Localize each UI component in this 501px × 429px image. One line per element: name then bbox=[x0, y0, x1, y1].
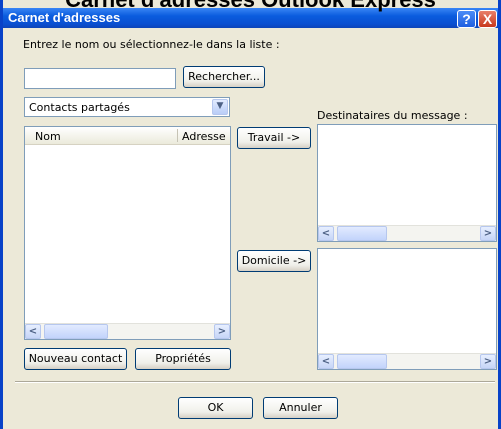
column-divider bbox=[177, 129, 178, 142]
scroll-right-icon[interactable]: > bbox=[214, 324, 230, 339]
home-recipients-hscrollbar[interactable]: < > bbox=[318, 353, 496, 369]
properties-button[interactable]: Propriétés bbox=[135, 348, 231, 370]
search-input[interactable] bbox=[24, 68, 176, 89]
separator bbox=[15, 381, 495, 383]
help-icon[interactable]: ? bbox=[457, 10, 476, 28]
scroll-left-icon[interactable]: < bbox=[318, 226, 334, 241]
cancel-button[interactable]: Annuler bbox=[263, 397, 338, 419]
home-to-button[interactable]: Domicile -> bbox=[237, 250, 311, 272]
scroll-thumb[interactable] bbox=[337, 354, 387, 369]
scroll-right-icon[interactable]: > bbox=[480, 354, 496, 369]
work-to-button[interactable]: Travail -> bbox=[237, 127, 311, 149]
scroll-thumb[interactable] bbox=[44, 324, 108, 339]
contacts-list-header: Nom Adresse bbox=[25, 127, 230, 145]
ok-button[interactable]: OK bbox=[178, 397, 253, 419]
column-header-name[interactable]: Nom bbox=[35, 130, 61, 143]
contacts-source-select[interactable]: Contacts partagés ▼ bbox=[24, 97, 230, 117]
new-contact-button[interactable]: Nouveau contact bbox=[24, 348, 127, 370]
address-book-window: Carnet d'adresses ? X Entrez le nom ou s… bbox=[0, 0, 501, 429]
search-button[interactable]: Rechercher... bbox=[183, 66, 265, 88]
scroll-thumb[interactable] bbox=[337, 226, 387, 241]
window-title: Carnet d'adresses bbox=[8, 10, 121, 25]
contacts-list-hscrollbar[interactable]: < > bbox=[25, 323, 230, 339]
header-caption: Carnet d'adresses Outlook Express bbox=[0, 0, 501, 11]
work-recipients-list[interactable]: < > bbox=[317, 124, 497, 242]
scroll-right-icon[interactable]: > bbox=[480, 226, 496, 241]
contacts-list[interactable]: Nom Adresse < > bbox=[24, 126, 231, 340]
scroll-left-icon[interactable]: < bbox=[318, 354, 334, 369]
recipients-label: Destinataires du message : bbox=[317, 109, 468, 122]
contacts-source-value: Contacts partagés bbox=[29, 101, 130, 114]
home-recipients-list[interactable]: < > bbox=[317, 248, 497, 370]
search-label: Entrez le nom ou sélectionnez-le dans la… bbox=[23, 38, 280, 51]
work-recipients-hscrollbar[interactable]: < > bbox=[318, 225, 496, 241]
close-icon[interactable]: X bbox=[478, 10, 497, 28]
scroll-left-icon[interactable]: < bbox=[25, 324, 41, 339]
chevron-down-icon[interactable]: ▼ bbox=[212, 99, 228, 115]
column-header-address[interactable]: Adresse bbox=[182, 130, 226, 143]
